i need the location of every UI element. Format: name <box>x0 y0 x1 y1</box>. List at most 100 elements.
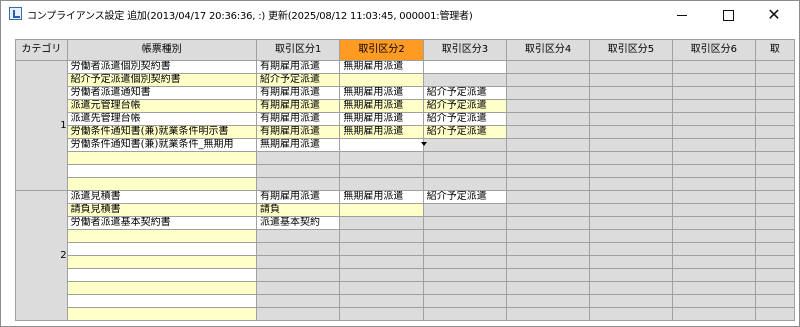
grid-cell[interactable] <box>754 229 795 243</box>
grid-cell[interactable] <box>506 99 591 113</box>
grid-cell[interactable] <box>754 86 795 100</box>
grid-cell[interactable] <box>671 294 756 308</box>
grid-cell[interactable] <box>422 164 508 178</box>
grid-cell[interactable] <box>671 203 756 217</box>
grid-cell[interactable] <box>754 307 795 321</box>
transaction-type-1-cell[interactable]: 有期雇用派遣 <box>255 99 341 113</box>
transaction-type-2-cell[interactable]: 無期雇用派遣 <box>339 60 424 74</box>
grid-cell[interactable] <box>589 190 673 204</box>
grid-cell[interactable] <box>255 281 341 295</box>
grid-cell[interactable] <box>422 294 508 308</box>
grid-cell[interactable] <box>255 307 341 321</box>
document-type-cell[interactable]: 請負見積書 <box>66 203 257 217</box>
grid-cell[interactable] <box>754 125 795 139</box>
header-transaction-type-6[interactable]: 取引区分6 <box>671 39 756 61</box>
category-cell[interactable]: 2 <box>15 190 68 321</box>
grid-cell[interactable] <box>339 281 424 295</box>
grid-cell[interactable] <box>589 60 673 74</box>
grid-cell[interactable] <box>422 268 508 282</box>
grid-cell[interactable] <box>589 203 673 217</box>
grid-cell[interactable] <box>255 151 341 165</box>
grid-cell[interactable] <box>671 216 756 230</box>
grid-cell[interactable] <box>754 255 795 269</box>
grid-cell[interactable] <box>671 99 756 113</box>
transaction-type-3-cell[interactable]: 紹介予定派遣 <box>422 190 508 204</box>
transaction-type-1-cell[interactable]: 派遣基本契約 <box>255 216 341 230</box>
transaction-type-2-cell[interactable] <box>339 138 427 152</box>
grid-cell[interactable] <box>506 281 591 295</box>
transaction-type-3-cell[interactable] <box>422 216 508 230</box>
grid-cell[interactable] <box>339 151 424 165</box>
transaction-type-1-cell[interactable]: 有期雇用派遣 <box>255 190 341 204</box>
grid-cell[interactable] <box>422 281 508 295</box>
transaction-type-3-cell[interactable] <box>422 203 508 217</box>
grid-cell[interactable] <box>506 73 591 87</box>
transaction-type-3-cell[interactable] <box>422 138 508 152</box>
grid-cell[interactable] <box>255 268 341 282</box>
grid-cell[interactable] <box>671 242 756 256</box>
grid-cell[interactable] <box>754 216 795 230</box>
grid-cell[interactable] <box>589 177 673 191</box>
grid-cell[interactable] <box>754 203 795 217</box>
grid-cell[interactable] <box>339 294 424 308</box>
grid-cell[interactable] <box>422 242 508 256</box>
transaction-type-1-cell[interactable]: 有期雇用派遣 <box>255 60 341 74</box>
grid-cell[interactable] <box>339 229 424 243</box>
category-cell[interactable]: 1 <box>15 60 68 191</box>
transaction-type-2-cell[interactable] <box>339 73 424 87</box>
maximize-button[interactable] <box>705 1 751 29</box>
grid-cell[interactable] <box>754 281 795 295</box>
document-type-cell[interactable]: 労働者派遣通知書 <box>66 86 257 100</box>
grid-cell[interactable] <box>754 268 795 282</box>
header-transaction-type-7-partial[interactable]: 取 <box>754 39 795 61</box>
transaction-type-2-cell[interactable] <box>339 216 424 230</box>
grid-cell[interactable] <box>754 190 795 204</box>
header-document-type[interactable]: 帳票種別 <box>66 39 257 61</box>
transaction-type-3-cell[interactable] <box>422 60 508 74</box>
grid-cell[interactable] <box>255 242 341 256</box>
grid-cell[interactable] <box>339 177 424 191</box>
grid-cell[interactable] <box>506 242 591 256</box>
grid-cell[interactable] <box>506 255 591 269</box>
grid-cell[interactable] <box>506 138 591 152</box>
grid-cell[interactable] <box>589 268 673 282</box>
header-transaction-type-3[interactable]: 取引区分3 <box>422 39 508 61</box>
grid-cell[interactable] <box>671 125 756 139</box>
transaction-type-1-cell[interactable]: 請負 <box>255 203 341 217</box>
grid-cell[interactable] <box>671 73 756 87</box>
grid-cell[interactable] <box>589 99 673 113</box>
grid-cell[interactable] <box>506 60 591 74</box>
grid-cell[interactable] <box>339 268 424 282</box>
grid-cell[interactable] <box>422 177 508 191</box>
document-type-cell[interactable] <box>66 151 257 165</box>
grid-cell[interactable] <box>506 177 591 191</box>
grid-cell[interactable] <box>754 73 795 87</box>
header-transaction-type-5[interactable]: 取引区分5 <box>589 39 673 61</box>
transaction-type-2-cell[interactable]: 無期雇用派遣 <box>339 112 424 126</box>
grid-cell[interactable] <box>339 242 424 256</box>
grid-cell[interactable] <box>589 216 673 230</box>
grid-cell[interactable] <box>754 242 795 256</box>
grid-cell[interactable] <box>671 281 756 295</box>
document-type-cell[interactable] <box>66 164 257 178</box>
grid-cell[interactable] <box>671 86 756 100</box>
grid-cell[interactable] <box>506 216 591 230</box>
transaction-type-3-cell[interactable]: 紹介予定派遣 <box>422 125 508 139</box>
grid-cell[interactable] <box>754 164 795 178</box>
grid-cell[interactable] <box>589 281 673 295</box>
transaction-type-2-cell[interactable]: 無期雇用派遣 <box>339 99 424 113</box>
close-button[interactable]: ✕ <box>751 1 797 29</box>
transaction-type-3-cell[interactable]: 紹介予定派遣 <box>422 86 508 100</box>
transaction-type-2-cell[interactable]: 無期雇用派遣 <box>339 125 424 139</box>
grid-cell[interactable] <box>671 138 756 152</box>
grid-cell[interactable] <box>506 164 591 178</box>
header-category[interactable]: カテゴリ <box>15 39 68 61</box>
grid-cell[interactable] <box>339 164 424 178</box>
document-type-cell[interactable]: 派遣元管理台帳 <box>66 99 257 113</box>
grid-cell[interactable] <box>671 307 756 321</box>
grid-cell[interactable] <box>506 268 591 282</box>
grid-cell[interactable] <box>506 190 591 204</box>
grid-cell[interactable] <box>506 151 591 165</box>
minimize-button[interactable] <box>659 1 705 29</box>
grid-cell[interactable] <box>671 268 756 282</box>
